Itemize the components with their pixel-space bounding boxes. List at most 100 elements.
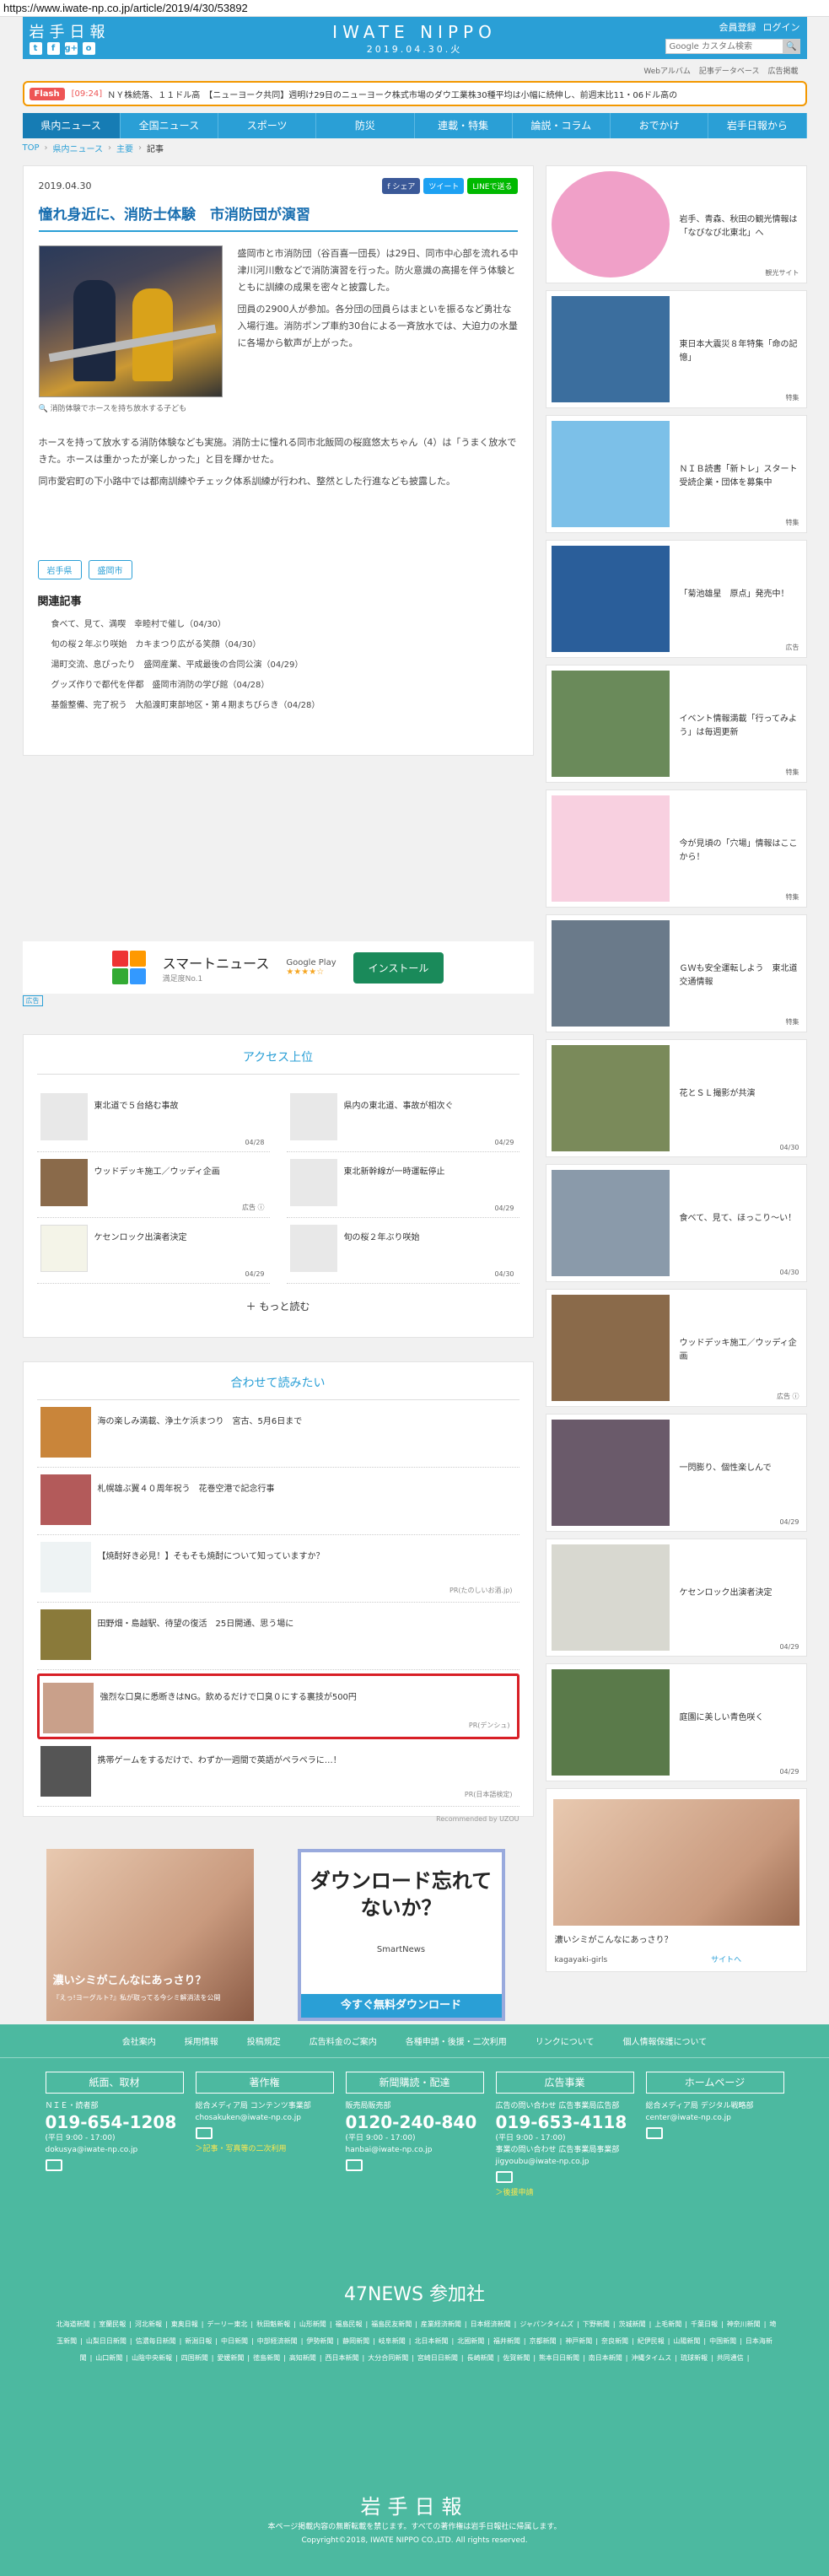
sidebar-item[interactable]: 庭園に美しい青色咲く 04/29 bbox=[545, 1663, 807, 1781]
sidebar-item[interactable]: ＧＷも安全運転しよう 東北道交通情報 特集 bbox=[545, 914, 807, 1032]
partner-paper-link[interactable]: 秋田魁新報 bbox=[256, 2320, 290, 2328]
email-link[interactable]: hanbai@iwate-np.co.jp bbox=[346, 2144, 484, 2156]
email-link[interactable]: center@iwate-np.co.jp bbox=[646, 2112, 784, 2124]
nav-features[interactable]: 連載・特集 bbox=[415, 113, 513, 138]
sidebar-item[interactable]: 「菊池雄星 原点」発売中！ 広告 bbox=[545, 540, 807, 658]
partner-paper-link[interactable]: 南日本新聞 bbox=[589, 2354, 622, 2362]
sidebar-item[interactable]: 食べて、見て、ほっこり〜い！ 04/30 bbox=[545, 1164, 807, 1282]
partner-paper-link[interactable]: 福井新聞 bbox=[493, 2337, 520, 2345]
partner-paper-link[interactable]: 共同通信 bbox=[717, 2354, 744, 2362]
phone-number[interactable]: 019-654-1208 bbox=[46, 2112, 184, 2132]
recommend-item[interactable]: 海の楽しみ満載、浄土ケ浜まつり 宮古、5月6日まで bbox=[36, 1400, 519, 1468]
partner-paper-link[interactable]: 山口新聞 bbox=[95, 2354, 122, 2362]
ranking-item[interactable]: 県内の東北道、事故が相次ぐ 04/29 bbox=[286, 1086, 519, 1152]
breadcrumb-local[interactable]: 県内ニュース bbox=[53, 142, 104, 154]
ranking-item[interactable]: 東北新幹線が一時運転停止 04/29 bbox=[286, 1152, 519, 1218]
sidebar-item[interactable]: 東日本大震災８年特集「命の記憶」 特集 bbox=[545, 290, 807, 408]
partner-paper-link[interactable]: 佐賀新聞 bbox=[503, 2354, 530, 2362]
related-link[interactable]: 基盤整備、完了祝う 大船渡町東部地区・第４期まちびらき（04/28） bbox=[38, 696, 519, 716]
article-photo[interactable] bbox=[38, 245, 223, 397]
partner-paper-link[interactable]: 四国新聞 bbox=[181, 2354, 208, 2362]
partner-paper-link[interactable]: 北國新聞 bbox=[457, 2337, 484, 2345]
partner-paper-link[interactable]: 奈良新聞 bbox=[601, 2337, 628, 2345]
smartnews-ad[interactable]: スマートニュース 満足度No.1 Google Play ★★★★☆ インストー… bbox=[22, 941, 534, 994]
smartnews-download-ad[interactable]: ダウンロード忘れてないか？ SmartNews 今すぐ無料ダウンロード bbox=[297, 1849, 505, 2021]
partner-paper-link[interactable]: 高知新聞 bbox=[289, 2354, 316, 2362]
recommend-item[interactable]: 携帯ゲームをするだけで、わずか一週間で英語がペラペラに…！ PR(日本語検定) bbox=[36, 1739, 519, 1807]
footer-link[interactable]: リンクについて bbox=[536, 2034, 595, 2047]
footer-link[interactable]: 広告料金のご案内 bbox=[310, 2034, 377, 2047]
footer-link[interactable]: 会社案内 bbox=[122, 2034, 156, 2047]
partner-paper-link[interactable]: 茨城新聞 bbox=[619, 2320, 646, 2328]
partner-paper-link[interactable]: 北日本新聞 bbox=[415, 2337, 449, 2345]
partner-paper-link[interactable]: 山陽新聞 bbox=[673, 2337, 700, 2345]
subnav-album[interactable]: Webアルバム bbox=[643, 65, 691, 76]
partner-paper-link[interactable]: ジャパンタイムズ bbox=[519, 2320, 573, 2328]
phone-number[interactable]: 0120-240-840 bbox=[346, 2112, 484, 2132]
recommend-item[interactable]: 札幌雄ぶ翼４０周年祝う 花巻空港で記念行事 bbox=[36, 1468, 519, 1535]
related-link[interactable]: グッズ作りで都代を伴都 盛岡市消防の学び館（04/28） bbox=[38, 676, 519, 696]
partner-paper-link[interactable]: 上毛新聞 bbox=[654, 2320, 681, 2328]
partner-paper-link[interactable]: 信濃毎日新聞 bbox=[136, 2337, 176, 2345]
partner-paper-link[interactable]: 大分合同新聞 bbox=[368, 2354, 408, 2362]
search-icon[interactable]: 🔍 bbox=[783, 39, 800, 54]
partner-paper-link[interactable]: 河北新報 bbox=[135, 2320, 162, 2328]
sidebar-item[interactable]: 今が見頃の「穴場」情報はここから！ 特集 bbox=[545, 790, 807, 908]
email-link[interactable]: chosakuken@iwate-np.co.jp bbox=[196, 2112, 334, 2124]
partner-paper-link[interactable]: 北海道新聞 bbox=[57, 2320, 90, 2328]
nav-sports[interactable]: スポーツ bbox=[218, 113, 317, 138]
mail-icon[interactable] bbox=[495, 2171, 513, 2183]
partner-paper-link[interactable]: 福島民報 bbox=[336, 2320, 363, 2328]
partner-paper-link[interactable]: 愛媛新聞 bbox=[217, 2354, 244, 2362]
login-link[interactable]: ログイン bbox=[763, 20, 800, 34]
partner-paper-link[interactable]: 中日新聞 bbox=[221, 2337, 248, 2345]
sidebar-item[interactable]: ＮＩＢ読書「新トレ」スタート 受読企業・団体を募集中 特集 bbox=[545, 415, 807, 533]
recommended-by[interactable]: Recommended by UZOU bbox=[37, 1815, 519, 1823]
sidebar-item[interactable]: イベント情報満載「行ってみよう」は毎週更新 特集 bbox=[545, 665, 807, 783]
footer-link[interactable]: 各種申請・後援・二次利用 bbox=[406, 2034, 507, 2047]
partner-paper-link[interactable]: 中部経済新聞 bbox=[257, 2337, 298, 2345]
email-link[interactable]: 事業の問い合わせ 広告事業局事業部 jigyoubu@iwate-np.co.j… bbox=[496, 2144, 634, 2168]
partner-paper-link[interactable]: 長崎新聞 bbox=[467, 2354, 494, 2362]
partner-paper-link[interactable]: 中国新聞 bbox=[709, 2337, 736, 2345]
footer-link[interactable]: 個人情報保護について bbox=[623, 2034, 708, 2047]
mail-icon[interactable] bbox=[45, 2159, 62, 2171]
partner-paper-link[interactable]: 山陰中央新報 bbox=[132, 2354, 172, 2362]
url-bar[interactable]: https://www.iwate-np.co.jp/article/2019/… bbox=[0, 0, 829, 17]
mail-icon[interactable] bbox=[345, 2159, 363, 2171]
read-more-button[interactable]: ＋ もっと読む bbox=[37, 1299, 519, 1313]
ranking-item[interactable]: 東北道で５台絡む事故 04/28 bbox=[36, 1086, 270, 1152]
search-input[interactable] bbox=[665, 39, 783, 54]
ranking-item[interactable]: ウッドデッキ施工／ウッディ企画 広告 ⓘ bbox=[36, 1152, 270, 1218]
recommend-item-highlighted[interactable]: 強烈な口臭に悉断きはNG。飲めるだけで口臭０にする裏技が500円 PR(デンシュ) bbox=[36, 1673, 519, 1739]
partner-paper-link[interactable]: 京都新聞 bbox=[530, 2337, 557, 2345]
partner-paper-link[interactable]: 産業経済新聞 bbox=[421, 2320, 461, 2328]
sidebar-item[interactable]: ウッドデッキ施工／ウッディ企画 広告 ⓘ bbox=[545, 1289, 807, 1407]
partner-paper-link[interactable]: 山形新聞 bbox=[299, 2320, 326, 2328]
partner-paper-link[interactable]: 神奈川新聞 bbox=[727, 2320, 761, 2328]
partner-paper-link[interactable]: 沖縄タイムス bbox=[631, 2354, 671, 2362]
nav-from-iwate-nippo[interactable]: 岩手日報から bbox=[708, 113, 807, 138]
recommend-item[interactable]: 田野畑・島越駅、待望の復活 25日開通、思う場に bbox=[36, 1603, 519, 1670]
register-link[interactable]: 会員登録 bbox=[719, 20, 756, 34]
nav-columns[interactable]: 論説・コラム bbox=[513, 113, 611, 138]
partner-paper-link[interactable]: 東奥日報 bbox=[171, 2320, 198, 2328]
partner-paper-link[interactable]: 静岡新聞 bbox=[342, 2337, 369, 2345]
email-link[interactable]: dokusya@iwate-np.co.jp bbox=[46, 2144, 184, 2156]
partner-paper-link[interactable]: 宮崎日日新聞 bbox=[417, 2354, 458, 2362]
sidebar-item[interactable]: 岩手、青森、秋田の観光情報は「なびなび北東北」へ 観光サイト bbox=[545, 165, 807, 283]
mail-icon[interactable] bbox=[195, 2127, 213, 2139]
tag-morioka[interactable]: 盛岡市 bbox=[88, 560, 132, 579]
subnav-database[interactable]: 記事データベース bbox=[699, 65, 760, 76]
skincare-ad[interactable]: 濃いシミがこんなにあっさり？ 『えっ!ヨーグルト?』私が取ってる今シミ解消法を公… bbox=[46, 1849, 254, 2021]
partner-paper-link[interactable]: 下野新聞 bbox=[583, 2320, 610, 2328]
sidebar-item[interactable]: 一閃膨り、個性楽しんで 04/29 bbox=[545, 1414, 807, 1532]
sidebar-item[interactable]: 花とＳＬ撮影が共演 04/30 bbox=[545, 1039, 807, 1157]
related-link[interactable]: 食べて、見て、満喫 幸睦村で催し（04/30） bbox=[38, 615, 519, 635]
support-application-link[interactable]: ＞後援申請 bbox=[496, 2186, 634, 2197]
nav-outings[interactable]: おでかけ bbox=[611, 113, 709, 138]
ranking-item[interactable]: ケセンロック出演者決定 04/29 bbox=[36, 1218, 270, 1284]
partner-paper-link[interactable]: 新潟日報 bbox=[185, 2337, 212, 2345]
partner-paper-link[interactable]: 徳島新聞 bbox=[253, 2354, 280, 2362]
phone-number[interactable]: 019-653-4118 bbox=[496, 2112, 634, 2132]
